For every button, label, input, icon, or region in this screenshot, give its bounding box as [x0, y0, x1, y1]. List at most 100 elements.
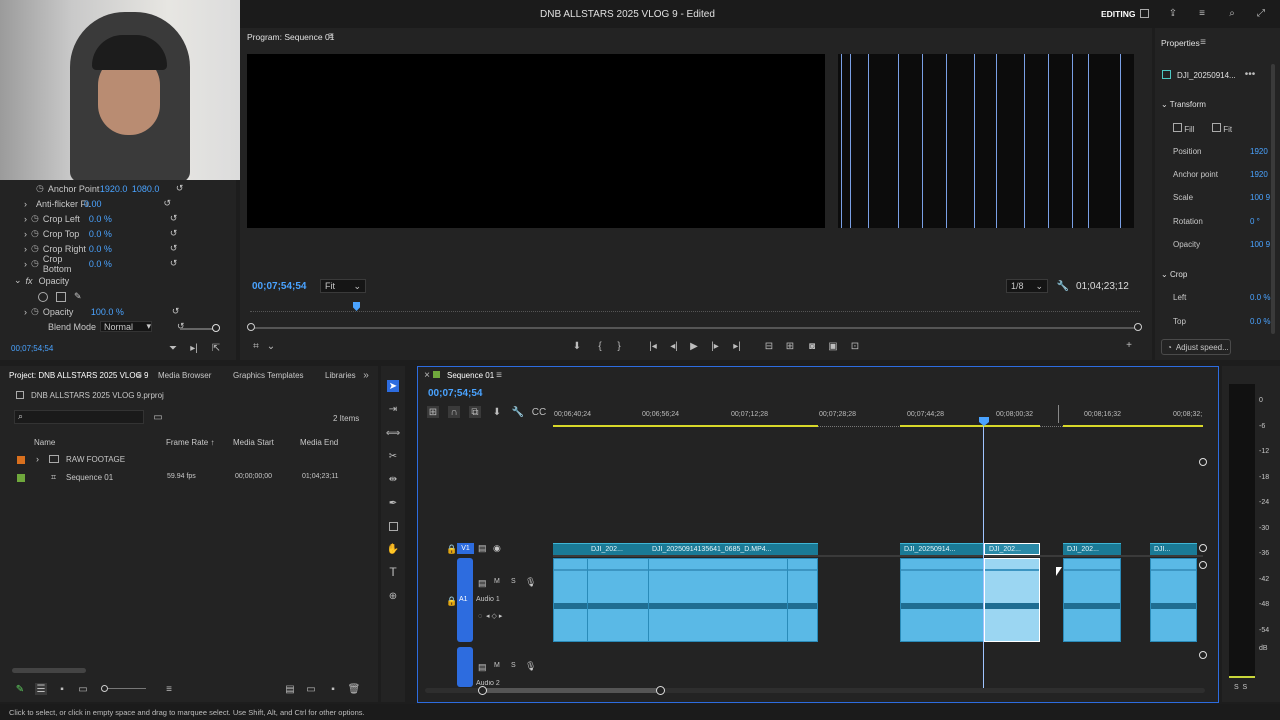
adjust-speed-button[interactable]: ◔ Adjust speed...	[1161, 339, 1231, 355]
add-marker-icon[interactable]: ⬇	[491, 406, 503, 418]
trash-icon[interactable]: 🗑	[348, 683, 361, 695]
play-only-icon[interactable]: ▸|	[188, 342, 200, 354]
slider-handle[interactable]	[212, 324, 220, 332]
mute-button[interactable]: M	[494, 578, 500, 585]
effect-value[interactable]: 0.0 %	[89, 214, 112, 224]
chevron-right-icon[interactable]: ›	[36, 454, 39, 464]
property-value[interactable]: 1920	[1250, 170, 1268, 179]
audio-clip[interactable]	[1150, 558, 1197, 642]
rectangle-tool-icon[interactable]	[387, 520, 399, 532]
list-item[interactable]: ⌗ Sequence 01 59.94 fps 00;00;00;00 01;0…	[0, 471, 378, 485]
expand-icon[interactable]: ⤢	[1255, 7, 1267, 19]
video-clip-selected[interactable]: DJI_202...	[984, 543, 1040, 555]
freeform-view-icon[interactable]: ▭	[77, 683, 89, 695]
ripple-edit-icon[interactable]: ⟺	[386, 427, 400, 439]
v1-lock-icon[interactable]: 🔒	[446, 544, 457, 555]
reset-icon[interactable]: ↺	[170, 213, 178, 224]
fill-option[interactable]: Fill	[1173, 123, 1194, 134]
scroll-handle-right[interactable]	[1134, 323, 1142, 331]
vscroll-handle[interactable]	[1199, 561, 1207, 569]
marker-icon[interactable]: ⬇	[571, 340, 583, 352]
work-area-bar[interactable]	[553, 425, 818, 427]
audio-clip[interactable]	[1063, 558, 1121, 642]
search-input[interactable]: ⌕	[14, 410, 144, 424]
video-clip[interactable]: DJI_20250914...	[900, 543, 984, 555]
menu-icon[interactable]: ≡	[1196, 7, 1208, 19]
column-header-media-end[interactable]: Media End	[300, 438, 338, 447]
stopwatch-icon[interactable]: ◷	[31, 228, 39, 239]
type-tool-icon[interactable]: T	[387, 565, 399, 579]
fullscreen-icon[interactable]	[1138, 7, 1150, 19]
effect-value[interactable]: 0.0 %	[89, 259, 112, 269]
zoom-slider[interactable]	[104, 688, 146, 689]
nest-icon[interactable]: ⊞	[427, 406, 439, 418]
stopwatch-icon[interactable]: ◷	[31, 306, 39, 317]
project-hscroll[interactable]	[12, 668, 86, 673]
razor-icon[interactable]: ✂	[387, 450, 399, 462]
mute-button[interactable]: M	[494, 662, 500, 669]
reset-icon[interactable]: ↺	[170, 258, 178, 269]
panel-menu-icon[interactable]: ≡	[325, 30, 337, 42]
hand-icon[interactable]: ✋	[387, 543, 399, 555]
new-item-icon[interactable]: ▪	[327, 683, 339, 695]
effect-value-2[interactable]: 1080.0	[132, 184, 168, 194]
ellipse-mask-icon[interactable]	[38, 291, 48, 302]
program-ruler[interactable]	[250, 304, 1140, 312]
chevron-right-icon[interactable]: ›	[24, 199, 27, 209]
libraries-tab[interactable]: Libraries	[325, 371, 356, 380]
sort-icon[interactable]: ≡	[163, 683, 175, 695]
search-icon[interactable]: ⌕	[1226, 7, 1238, 19]
more-icon[interactable]: •••	[1244, 68, 1256, 80]
compare-icon[interactable]: ▣	[827, 340, 839, 352]
stopwatch-icon[interactable]: ◷	[36, 183, 44, 194]
panel-menu-icon[interactable]: ≡	[133, 369, 145, 381]
effect-value[interactable]: 100.0 %	[91, 307, 124, 317]
effect-value[interactable]: 0.0 %	[89, 244, 112, 254]
reset-icon[interactable]: ↺	[170, 243, 178, 254]
vscroll-handle[interactable]	[1199, 544, 1207, 552]
keyframe-nav[interactable]: ◌ ◂ ◇ ▸	[478, 612, 502, 620]
solo-button[interactable]: S	[511, 578, 516, 585]
resolution-select[interactable]: 1/8 ⌄	[1006, 279, 1048, 293]
pencil-icon[interactable]: ✎	[14, 683, 26, 695]
go-to-in-icon[interactable]: |◂	[647, 340, 659, 352]
transform-section[interactable]: ⌄ Transform	[1161, 100, 1206, 109]
export-icon[interactable]: ⇱	[210, 342, 222, 354]
camera-icon[interactable]: ◙	[806, 340, 818, 352]
play-icon[interactable]: ▶	[688, 340, 700, 352]
zoom-slider-handle[interactable]	[101, 685, 108, 692]
audio-clip-selected[interactable]	[984, 558, 1040, 642]
audio-clip[interactable]	[553, 558, 818, 642]
mic-icon[interactable]: 🎙	[525, 661, 536, 672]
track-divider[interactable]	[553, 555, 1203, 557]
timeline-tab[interactable]: Sequence 01	[447, 371, 494, 380]
video-clip[interactable]: DJI_20250914135641_0685_D.MP4...	[648, 543, 787, 555]
video-clip[interactable]: DJI_202...	[1063, 543, 1121, 555]
add-button-icon[interactable]: +	[1123, 339, 1135, 351]
playhead-line[interactable]	[983, 426, 984, 688]
graphics-templates-tab[interactable]: Graphics Templates	[233, 371, 304, 380]
pen-icon[interactable]: ✎	[74, 291, 82, 302]
extract-icon[interactable]: ⊞	[784, 340, 796, 352]
video-clip[interactable]: DJI_202...	[587, 543, 648, 555]
new-bin-icon[interactable]: ▭	[305, 683, 317, 695]
captions-icon[interactable]: CC	[532, 406, 546, 418]
program-scrollbar[interactable]	[250, 327, 1140, 329]
video-clip[interactable]	[553, 543, 587, 555]
hscroll-handle-left[interactable]	[478, 686, 487, 695]
effect-value[interactable]: 1920.0	[100, 184, 132, 194]
project-tab[interactable]: Project: DNB ALLSTARS 2025 VLOG 9	[9, 371, 148, 380]
record-icon[interactable]: ▤	[478, 578, 487, 589]
mic-icon[interactable]: 🎙	[525, 577, 536, 588]
selection-tool-icon[interactable]: ➤	[387, 380, 399, 392]
stopwatch-icon[interactable]: ◷	[31, 213, 39, 224]
automate-icon[interactable]: ▤	[284, 683, 296, 695]
column-header-frame-rate[interactable]: Frame Rate ↑	[166, 438, 214, 447]
rectangle-mask-icon[interactable]	[56, 291, 66, 302]
blend-mode-select[interactable]: Normal ▾	[100, 321, 152, 332]
workspace-label[interactable]: EDITING	[1101, 9, 1135, 19]
reset-icon[interactable]: ↺	[172, 306, 180, 317]
effect-timecode[interactable]: 00;07;54;54	[11, 344, 53, 353]
video-clip[interactable]	[787, 543, 818, 555]
timeline-timecode[interactable]: 00;07;54;54	[428, 388, 482, 399]
